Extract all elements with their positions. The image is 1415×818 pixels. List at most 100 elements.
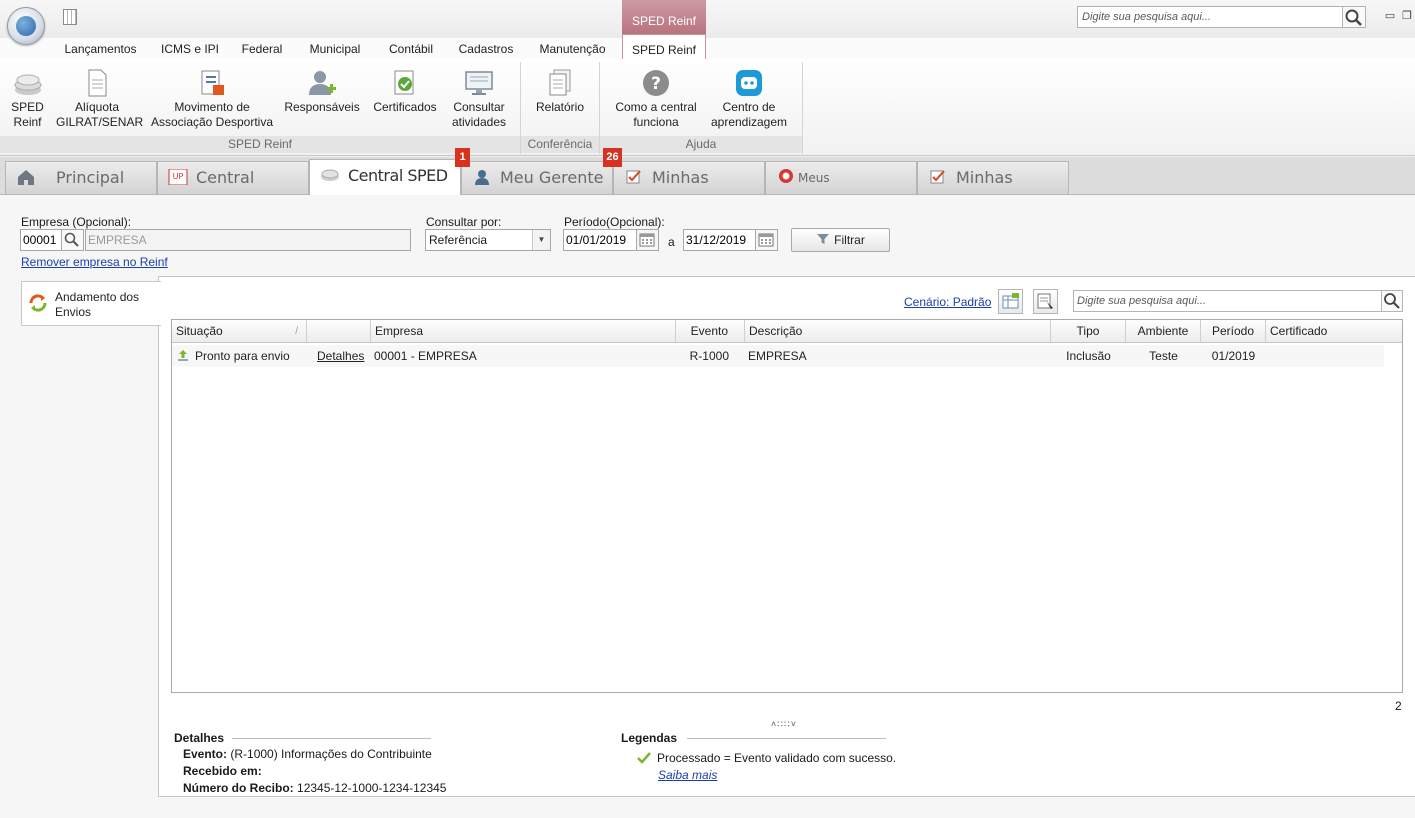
- consultar-atividades-button[interactable]: Consultar atividades: [447, 64, 511, 134]
- column-chooser-icon[interactable]: [1033, 289, 1058, 314]
- column-header-situacao[interactable]: Situação /: [172, 320, 307, 343]
- details-divider: [232, 738, 431, 739]
- remove-empresa-link[interactable]: Remover empresa no Reinf: [21, 255, 168, 269]
- calendar-icon[interactable]: [637, 229, 659, 251]
- date-from-input[interactable]: [563, 229, 637, 251]
- global-search-input[interactable]: Digite sua pesquisa aqui...: [1077, 6, 1343, 28]
- menu-tab-contabil[interactable]: Contábil: [380, 40, 442, 60]
- monitor-icon: [465, 71, 493, 95]
- empresa-code-input[interactable]: [20, 229, 62, 251]
- column-header-periodo[interactable]: Período: [1201, 320, 1266, 343]
- user-add-icon: [309, 71, 336, 95]
- menu-tab-icms-ipi[interactable]: ICMS e IPI: [155, 40, 225, 60]
- grid-search-input[interactable]: Digite sua pesquisa aqui...: [1073, 290, 1382, 312]
- column-header-certificado[interactable]: Certificado: [1266, 320, 1402, 343]
- search-icon[interactable]: [62, 229, 84, 251]
- tab-central-packup[interactable]: UPCentral PackUp: [157, 161, 309, 219]
- list-report-icon: [201, 70, 224, 95]
- cell-empresa: 00001 - EMPRESA: [374, 349, 477, 363]
- home-icon: [18, 170, 34, 185]
- context-tab-header: SPED Reinf: [622, 0, 706, 34]
- tab-meus-atendimentos[interactable]: Meus Atendimentos: [765, 161, 917, 217]
- date-to-input[interactable]: [683, 229, 756, 251]
- filter-button[interactable]: Filtrar: [791, 228, 890, 252]
- legend-title: Legendas: [621, 731, 678, 745]
- record-count: 2: [1395, 699, 1402, 713]
- date-separator: a: [668, 235, 675, 249]
- consultar-label: Consultar por:: [426, 215, 502, 229]
- movimento-associacao-button[interactable]: Movimento de Associação Desportiva: [150, 64, 274, 134]
- column-header-descricao[interactable]: Descrição: [745, 320, 1051, 343]
- search-icon[interactable]: [1381, 290, 1403, 312]
- menu-tab-manutencao[interactable]: Manutenção: [530, 40, 615, 60]
- tab-meu-gerente[interactable]: Meu Gerente: [461, 161, 613, 194]
- cell-evento: R-1000: [689, 349, 729, 363]
- ribbon-group-ajuda: Ajuda: [600, 136, 802, 153]
- centro-aprendizagem-button[interactable]: Centro de aprendizagem: [706, 64, 792, 134]
- column-header-detalhes[interactable]: [307, 320, 371, 343]
- tab-minhas-tarefas[interactable]: Minhas tarefas: [613, 161, 765, 219]
- chevron-down-icon[interactable]: ▼: [532, 230, 550, 250]
- help-icon: ?: [643, 70, 669, 96]
- checkbox-icon: [930, 170, 945, 184]
- empresa-name-field: [85, 229, 411, 251]
- column-header-tipo[interactable]: Tipo: [1051, 320, 1126, 343]
- details-recebido: Recebido em:: [183, 764, 262, 778]
- column-header-ambiente[interactable]: Ambiente: [1126, 320, 1201, 343]
- empresa-label: Empresa (Opcional):: [21, 215, 132, 229]
- menu-tab-lancamentos[interactable]: Lançamentos: [56, 40, 145, 60]
- filter-icon: [817, 234, 830, 244]
- search-icon[interactable]: [1343, 6, 1366, 28]
- report-icon: [549, 69, 571, 96]
- svg-text:UP: UP: [173, 172, 184, 181]
- calculator-icon[interactable]: [63, 9, 77, 25]
- details-evento: Evento: (R-1000) Informações do Contribu…: [183, 747, 432, 761]
- minimize-icon[interactable]: ▭: [1384, 10, 1396, 22]
- tab-central-sped-reinf[interactable]: Central SPED Reinf: [309, 159, 461, 217]
- globe-logo-icon[interactable]: [7, 7, 45, 45]
- menu-tab-federal[interactable]: Federal: [235, 40, 289, 60]
- tab-principal[interactable]: Principal: [5, 161, 157, 194]
- details-recibo: Número do Recibo: 12345-12-1000-1234-123…: [183, 781, 447, 795]
- legend-processed: Processado = Evento validado com sucesso…: [657, 751, 897, 765]
- saiba-mais-link[interactable]: Saiba mais: [658, 768, 717, 782]
- cell-ambiente: Teste: [1149, 349, 1178, 363]
- column-header-empresa[interactable]: Empresa: [371, 320, 676, 343]
- side-tab-andamento-envios[interactable]: Andamento dos Envios: [21, 281, 161, 326]
- document-icon: [88, 69, 107, 97]
- cell-tipo: Inclusão: [1066, 349, 1111, 363]
- grid-layout-icon[interactable]: [998, 289, 1023, 314]
- sped-reinf-icon: [14, 74, 41, 95]
- scenario-link[interactable]: Cenário: Padrão: [904, 295, 991, 309]
- responsaveis-button[interactable]: Responsáveis: [283, 64, 361, 134]
- checkbox-icon: [626, 170, 641, 184]
- periodo-label: Período(Opcional):: [564, 215, 665, 229]
- detalhes-link[interactable]: Detalhes: [317, 345, 364, 367]
- menu-tab-municipal[interactable]: Municipal: [300, 40, 370, 60]
- calendar-icon[interactable]: [756, 229, 778, 251]
- certificados-button[interactable]: Certificados: [369, 64, 441, 134]
- ribbon-group-sped-reinf: SPED Reinf: [0, 136, 520, 153]
- user-icon: [475, 170, 489, 185]
- relatorio-button[interactable]: Relatório: [531, 64, 589, 134]
- como-central-funciona-button[interactable]: ? Como a central funciona: [612, 64, 700, 134]
- aliquota-gilrat-button[interactable]: Alíquota GILRAT/SENAR: [56, 64, 143, 134]
- svg-text:?: ?: [651, 74, 661, 94]
- menu-tab-cadastros[interactable]: Cadastros: [452, 40, 520, 60]
- menu-tab-sped-reinf[interactable]: SPED Reinf: [622, 34, 706, 60]
- support-icon: [779, 169, 793, 183]
- tab-minhas-tarefas-2[interactable]: Minhas tarefas: [917, 161, 1069, 219]
- consultar-select[interactable]: Referência ▼: [425, 229, 551, 251]
- certificate-icon: [394, 70, 414, 95]
- restore-icon[interactable]: ❐: [1401, 10, 1413, 22]
- legend-divider: [687, 738, 886, 739]
- refresh-arrows-icon: [29, 294, 47, 312]
- splitter-handle-icon[interactable]: ˄∷∷˅: [771, 719, 797, 730]
- sort-icon: /: [295, 326, 298, 337]
- notification-badge: 26: [603, 148, 622, 167]
- sped-reinf-button[interactable]: SPED Reinf: [5, 64, 50, 134]
- ribbon-group-separator: [802, 62, 803, 154]
- sped-reinf-icon: [321, 169, 339, 181]
- cell-situacao: Pronto para envio: [195, 349, 290, 363]
- column-header-evento[interactable]: Evento: [676, 320, 745, 343]
